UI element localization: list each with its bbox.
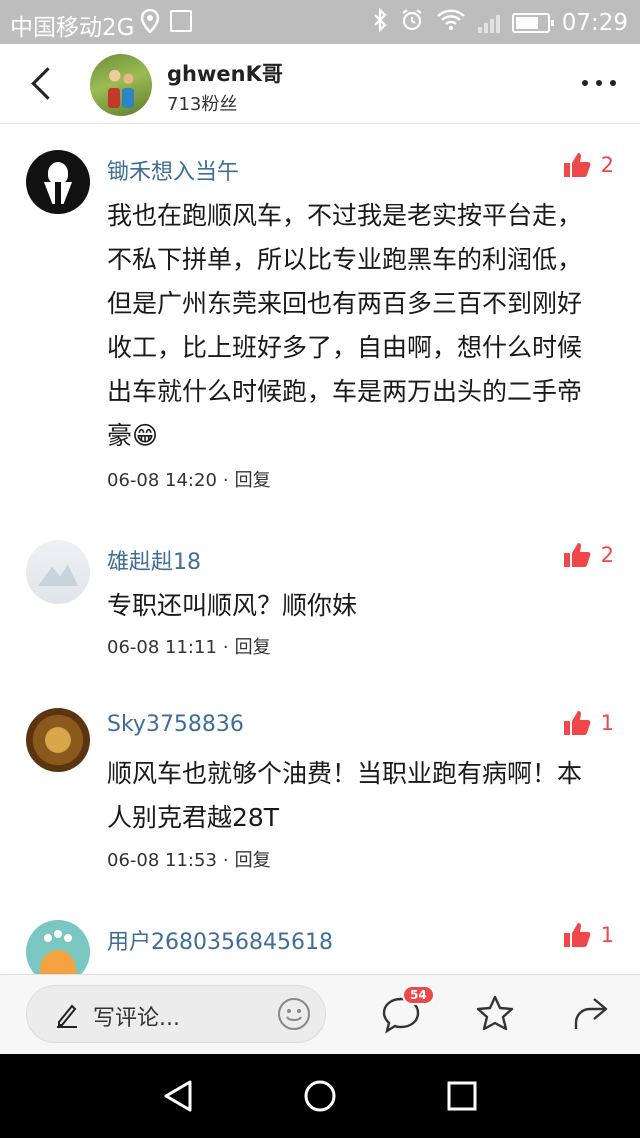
comment-avatar[interactable] — [26, 920, 90, 974]
carrier-name: 中国移动2G — [10, 15, 135, 41]
author-avatar[interactable] — [90, 54, 152, 116]
like-button[interactable]: 2 — [563, 152, 614, 178]
comment-username[interactable]: 用户2680356845618 — [107, 924, 333, 956]
comment-item: 用户2680356845618 1 — [0, 916, 640, 974]
like-count: 1 — [600, 711, 614, 735]
comments-button[interactable]: 54 — [380, 985, 435, 1035]
clock: 07:29 — [561, 10, 628, 36]
comment-placeholder: 写评论... — [93, 1006, 180, 1031]
comment-username[interactable]: Sky3758836 — [107, 712, 244, 737]
pen-icon — [57, 1004, 77, 1028]
bluetooth-icon — [372, 7, 388, 38]
signal-icon — [477, 13, 500, 33]
comment-meta: 06-08 11:53 · 回复 — [107, 850, 271, 871]
comment-meta: 06-08 14:20 · 回复 — [107, 470, 271, 491]
comment-text: 我也在跑顺风车，不过我是老实按平台走，不私下拼单，所以比专业跑黑车的利润低，但是… — [107, 201, 583, 450]
comment-avatar[interactable] — [26, 708, 90, 772]
share-icon — [574, 998, 608, 1029]
comment-text: 顺风车也就够个油费！当职业跑有病啊！本人别克君越28T — [107, 759, 583, 832]
comment-username[interactable]: 锄禾想入当午 — [107, 154, 239, 186]
reply-link[interactable]: 回复 — [235, 850, 271, 871]
nav-recents-icon[interactable] — [444, 1078, 480, 1114]
like-count: 2 — [600, 543, 614, 567]
comment-count-badge: 54 — [402, 985, 435, 1005]
share-button[interactable] — [568, 993, 610, 1035]
reply-link[interactable]: 回复 — [235, 637, 271, 658]
thumbs-up-icon — [563, 711, 591, 735]
location-icon — [140, 8, 160, 39]
thumbs-up-icon — [563, 923, 591, 947]
system-navigation-bar — [0, 1054, 640, 1138]
like-button[interactable]: 1 — [563, 922, 614, 948]
image-notification-icon — [170, 10, 192, 32]
comment-username[interactable]: 雄赳赳18 — [107, 544, 201, 576]
emoji-icon[interactable] — [277, 997, 311, 1031]
thumbs-up-icon — [563, 543, 591, 567]
write-comment-input[interactable]: 写评论... — [26, 985, 326, 1043]
like-button[interactable]: 1 — [563, 710, 614, 736]
nav-back-icon[interactable] — [160, 1078, 196, 1114]
comment-time: 06-08 14:20 — [107, 470, 217, 491]
back-button[interactable] — [28, 66, 58, 102]
star-icon — [476, 995, 514, 1031]
status-bar: 中国移动2G 07:29 — [0, 0, 640, 44]
wifi-icon — [436, 9, 466, 37]
page-header: ghwenK哥 713粉丝 — [0, 44, 640, 124]
comment-avatar[interactable] — [26, 540, 90, 604]
comment-text: 专职还叫顺风？顺你妹 — [107, 591, 358, 620]
battery-icon — [511, 13, 554, 33]
more-options-button[interactable] — [582, 80, 616, 86]
comment-time: 06-08 11:11 — [107, 637, 217, 658]
comment-time: 06-08 11:53 — [107, 850, 217, 871]
nav-home-icon[interactable] — [302, 1078, 338, 1114]
alarm-icon — [400, 8, 424, 38]
author-name[interactable]: ghwenK哥 — [167, 58, 283, 88]
author-fans-count: 713粉丝 — [167, 94, 238, 115]
like-count: 2 — [600, 153, 614, 177]
thumbs-up-icon — [563, 153, 591, 177]
reply-link[interactable]: 回复 — [235, 470, 271, 491]
like-button[interactable]: 2 — [563, 542, 614, 568]
comment-avatar[interactable] — [26, 150, 90, 214]
favorite-button[interactable] — [474, 993, 516, 1035]
like-count: 1 — [600, 923, 614, 947]
bottom-action-bar: 写评论... 54 — [0, 974, 640, 1054]
comment-meta: 06-08 11:11 · 回复 — [107, 637, 271, 658]
